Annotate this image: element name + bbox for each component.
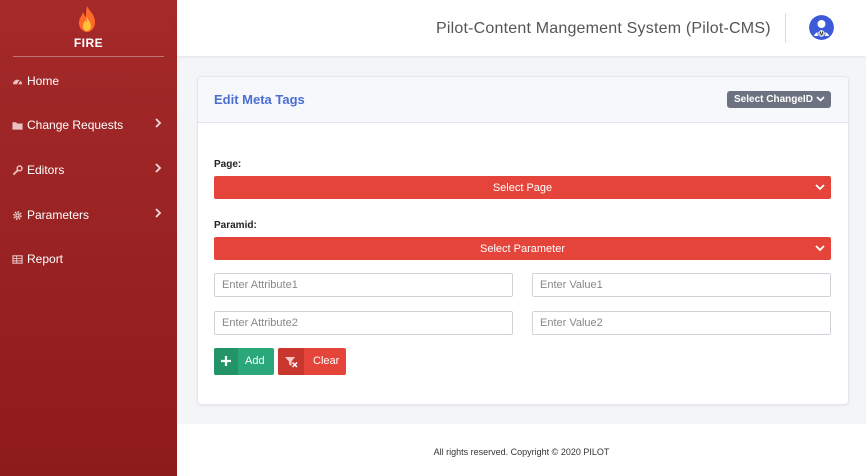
folder-icon [12, 121, 23, 130]
sidebar-item-label: Editors [27, 163, 65, 177]
dashboard-icon [12, 79, 23, 85]
page-select[interactable]: Select Page [214, 176, 831, 199]
chevron-right-icon [155, 118, 162, 128]
value1-input[interactable] [532, 273, 831, 297]
value2-input[interactable] [532, 311, 831, 335]
fire-logo-icon [79, 6, 95, 32]
chevron-right-icon [155, 163, 162, 173]
attribute1-input[interactable] [214, 273, 513, 297]
plus-icon [221, 356, 231, 366]
chevron-down-icon [815, 184, 825, 191]
chevron-right-icon [155, 208, 162, 218]
changeid-label: Select ChangeID [734, 94, 813, 105]
avatar-initial: M [819, 31, 823, 37]
parameter-select-value: Select Parameter [480, 242, 565, 255]
page-label: Page: [214, 159, 242, 170]
header-divider [785, 13, 786, 43]
sidebar-item-editors[interactable]: Editors [0, 159, 177, 181]
top-header: Pilot-Content Mangement System (Pilot-CM… [177, 0, 866, 56]
select-changeid-dropdown[interactable]: Select ChangeID [727, 91, 831, 108]
brand-name: FIRE [73, 36, 104, 50]
add-button-label: Add [245, 355, 265, 367]
card-title: Edit Meta Tags [214, 92, 305, 107]
page-select-value: Select Page [492, 181, 553, 194]
page-title: Pilot-Content Mangement System (Pilot-CM… [436, 20, 771, 37]
user-avatar-icon[interactable]: M [809, 15, 834, 40]
sidebar-item-label: Parameters [27, 208, 90, 222]
footer: All rights reserved. Copyright © 2020 PI… [177, 424, 866, 476]
sidebar-item-parameters[interactable]: Parameters [0, 204, 177, 226]
sidebar-item-label: Report [27, 252, 64, 266]
attribute2-input[interactable] [214, 311, 513, 335]
sidebar-item-change-requests[interactable]: Change Requests [0, 114, 177, 136]
chevron-down-icon [815, 245, 825, 252]
clear-button[interactable]: Clear [278, 348, 346, 375]
sidebar-item-report[interactable]: Report [0, 248, 177, 270]
chevron-down-icon [816, 96, 825, 102]
add-button[interactable]: Add [214, 348, 274, 375]
sidebar: FIRE Home Change Requests Editors Parame [0, 0, 177, 476]
edit-meta-tags-card: Edit Meta Tags Select ChangeID Page: Sel… [197, 76, 849, 405]
table-icon [12, 254, 23, 264]
card-header: Edit Meta Tags Select ChangeID [198, 77, 848, 123]
wrench-icon [12, 164, 23, 175]
sidebar-item-label: Home [27, 74, 60, 88]
clear-button-label: Clear [313, 355, 340, 367]
brand[interactable]: FIRE [13, 0, 164, 57]
paramid-label: Paramid: [214, 220, 257, 231]
parameter-select[interactable]: Select Parameter [214, 237, 831, 260]
copyright-text: All rights reserved. Copyright © 2020 PI… [433, 447, 610, 457]
sidebar-item-label: Change Requests [27, 118, 124, 132]
sidebar-item-home[interactable]: Home [0, 70, 177, 92]
clear-filter-icon [285, 357, 298, 368]
gear-icon [13, 210, 22, 220]
